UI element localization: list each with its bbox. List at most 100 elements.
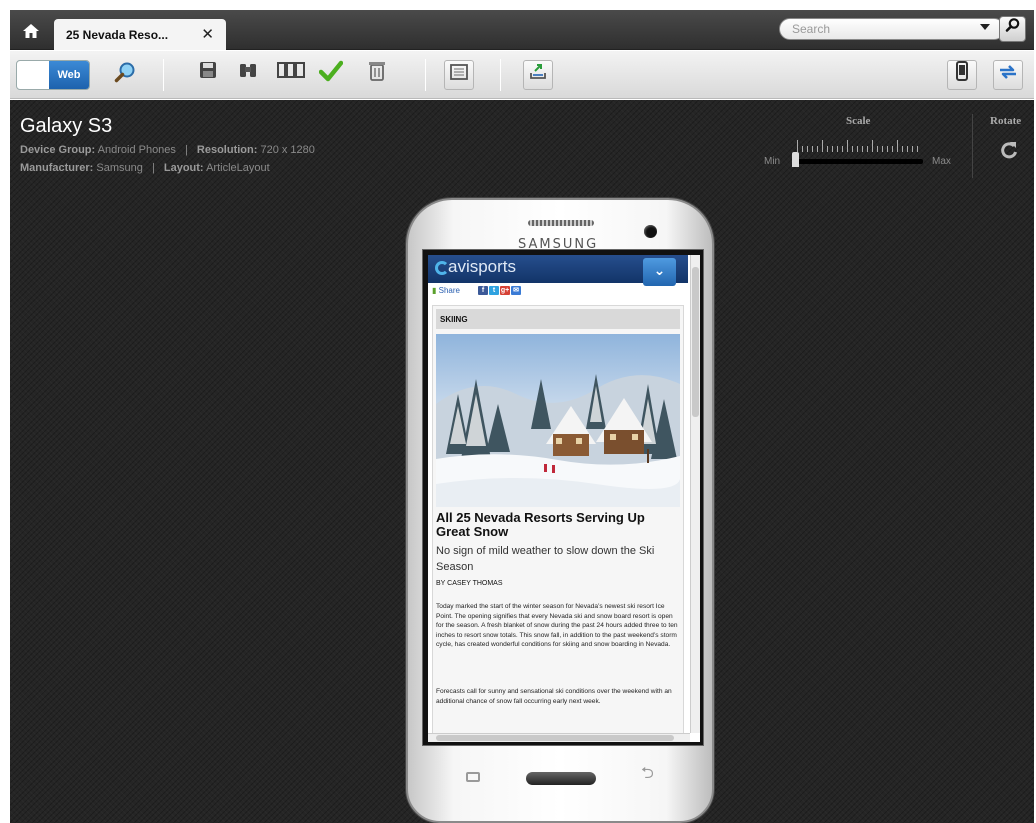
scale-tick (797, 140, 798, 152)
search-icon[interactable] (999, 16, 1026, 42)
article-paragraph: Today marked the start of the winter sea… (436, 603, 678, 649)
scale-tick (827, 146, 828, 152)
phone-device-icon[interactable] (947, 60, 977, 90)
phone-frame: SAMSUNG avisports ⌄ ▮ Share f t g+ ✉ SKI… (406, 198, 714, 823)
scale-tick (887, 146, 888, 152)
floppy-disk-icon[interactable] (193, 60, 223, 90)
scale-tick (817, 146, 818, 152)
scale-tick (852, 146, 853, 152)
menu-button[interactable]: ⌄ (643, 258, 676, 286)
horizontal-scrollbar-thumb[interactable] (436, 735, 674, 741)
rotate-icon[interactable] (999, 140, 1019, 166)
scale-tick (842, 146, 843, 152)
article-card: SKIING All 25 Nevada Resorts Serving Up … (432, 305, 684, 742)
meta-separator: | (151, 162, 155, 174)
share-link[interactable]: ▮ Share (432, 286, 460, 298)
share-plus-icon: ▮ (432, 286, 437, 295)
rotate-title: Rotate (990, 115, 1022, 127)
menu-key-icon[interactable] (466, 772, 480, 782)
chevron-down-icon[interactable] (980, 24, 990, 30)
twitter-icon[interactable]: t (489, 286, 499, 295)
panel-divider (972, 114, 973, 178)
scale-tick (832, 146, 833, 152)
frame-icon[interactable] (444, 60, 474, 90)
device-name: Galaxy S3 (20, 115, 113, 137)
scale-max-label: Max (932, 156, 951, 167)
resolution-value: 720 x 1280 (260, 144, 315, 156)
email-icon[interactable]: ✉ (511, 286, 521, 295)
article-byline: BY CASEY THOMAS (436, 580, 503, 587)
preview-workspace: Galaxy S3 Device Group: Android Phones |… (10, 100, 1034, 823)
app-window: 25 Nevada Reso... ✕ Search Web Galaxy S3… (0, 0, 1036, 823)
scale-tick (812, 146, 813, 152)
horizontal-scrollbar[interactable] (428, 733, 690, 742)
scale-tick (907, 146, 908, 152)
phone-speaker (528, 220, 594, 226)
facebook-icon[interactable]: f (478, 286, 488, 295)
article-photo (436, 334, 680, 507)
phone-screen-bezel: avisports ⌄ ▮ Share f t g+ ✉ SKIING All … (422, 249, 704, 746)
device-meta-row-1: Device Group: Android Phones | Resolutio… (20, 144, 315, 156)
magnifier-icon[interactable] (110, 60, 140, 90)
phone-camera (644, 225, 657, 238)
back-key-icon[interactable]: ⮌ (641, 762, 654, 789)
device-meta-row-2: Manufacturer: Samsung | Layout: ArticleL… (20, 162, 270, 174)
scale-tick (882, 146, 883, 152)
scale-tick (902, 146, 903, 152)
binoculars-icon[interactable] (233, 60, 263, 90)
article-headline: All 25 Nevada Resorts Serving Up Great S… (436, 510, 645, 539)
scale-tick (917, 146, 918, 152)
sync-arrows-icon[interactable] (993, 60, 1023, 90)
site-header: avisports ⌄ (428, 255, 688, 286)
scale-tick (912, 146, 913, 152)
site-logo[interactable]: avisports (448, 257, 516, 277)
layout-value: ArticleLayout (206, 162, 270, 174)
toolbar-separator (425, 59, 426, 91)
toolbar-separator (163, 59, 164, 91)
google-plus-icon[interactable]: g+ (500, 286, 510, 295)
scale-tick (847, 140, 848, 152)
close-icon[interactable]: ✕ (201, 25, 214, 43)
scale-tick (862, 146, 863, 152)
resolution-label: Resolution: (196, 144, 258, 156)
scale-tick (822, 140, 823, 152)
scale-tick (802, 146, 803, 152)
article-subhead: No sign of mild weather to slow down the… (436, 545, 655, 573)
section-label: SKIING (436, 309, 680, 329)
trash-icon[interactable] (362, 60, 392, 90)
tab-bar: 25 Nevada Reso... ✕ Search (10, 10, 1034, 50)
scale-tick (872, 140, 873, 152)
scale-tick (897, 140, 898, 152)
export-icon[interactable] (523, 60, 553, 90)
home-key[interactable] (526, 772, 596, 785)
web-toggle-label: Web (49, 61, 89, 89)
scale-slider-thumb[interactable] (792, 152, 799, 167)
scale-tick (892, 146, 893, 152)
scale-tick (837, 146, 838, 152)
layout-columns-icon[interactable] (276, 60, 306, 90)
device-group-label: Device Group: (20, 144, 96, 156)
tab-title: 25 Nevada Reso... (66, 28, 169, 42)
share-label: Share (438, 286, 460, 295)
search-input[interactable]: Search (779, 18, 1005, 40)
layout-label: Layout: (163, 162, 204, 174)
scale-min-label: Min (764, 156, 781, 167)
vertical-scrollbar[interactable] (690, 255, 700, 733)
vertical-scrollbar-thumb[interactable] (692, 267, 699, 417)
scale-tick (807, 146, 808, 152)
article-paragraph: Forecasts call for sunny and sensational… (436, 688, 672, 705)
manufacturer-value: Samsung (96, 162, 143, 174)
web-view-toggle[interactable]: Web (16, 60, 90, 90)
toolbar: Web (10, 51, 1034, 99)
scale-slider-track[interactable] (795, 159, 923, 164)
device-group-value: Android Phones (97, 144, 176, 156)
scale-tick (877, 146, 878, 152)
home-icon[interactable] (18, 22, 44, 44)
document-tab[interactable]: 25 Nevada Reso... ✕ (54, 19, 226, 50)
checkmark-icon[interactable] (316, 60, 346, 90)
avisports-logo-icon (435, 261, 449, 275)
scale-title: Scale (846, 115, 871, 127)
scale-tick (857, 146, 858, 152)
scale-ticks (797, 138, 923, 152)
scale-tick (867, 146, 868, 152)
